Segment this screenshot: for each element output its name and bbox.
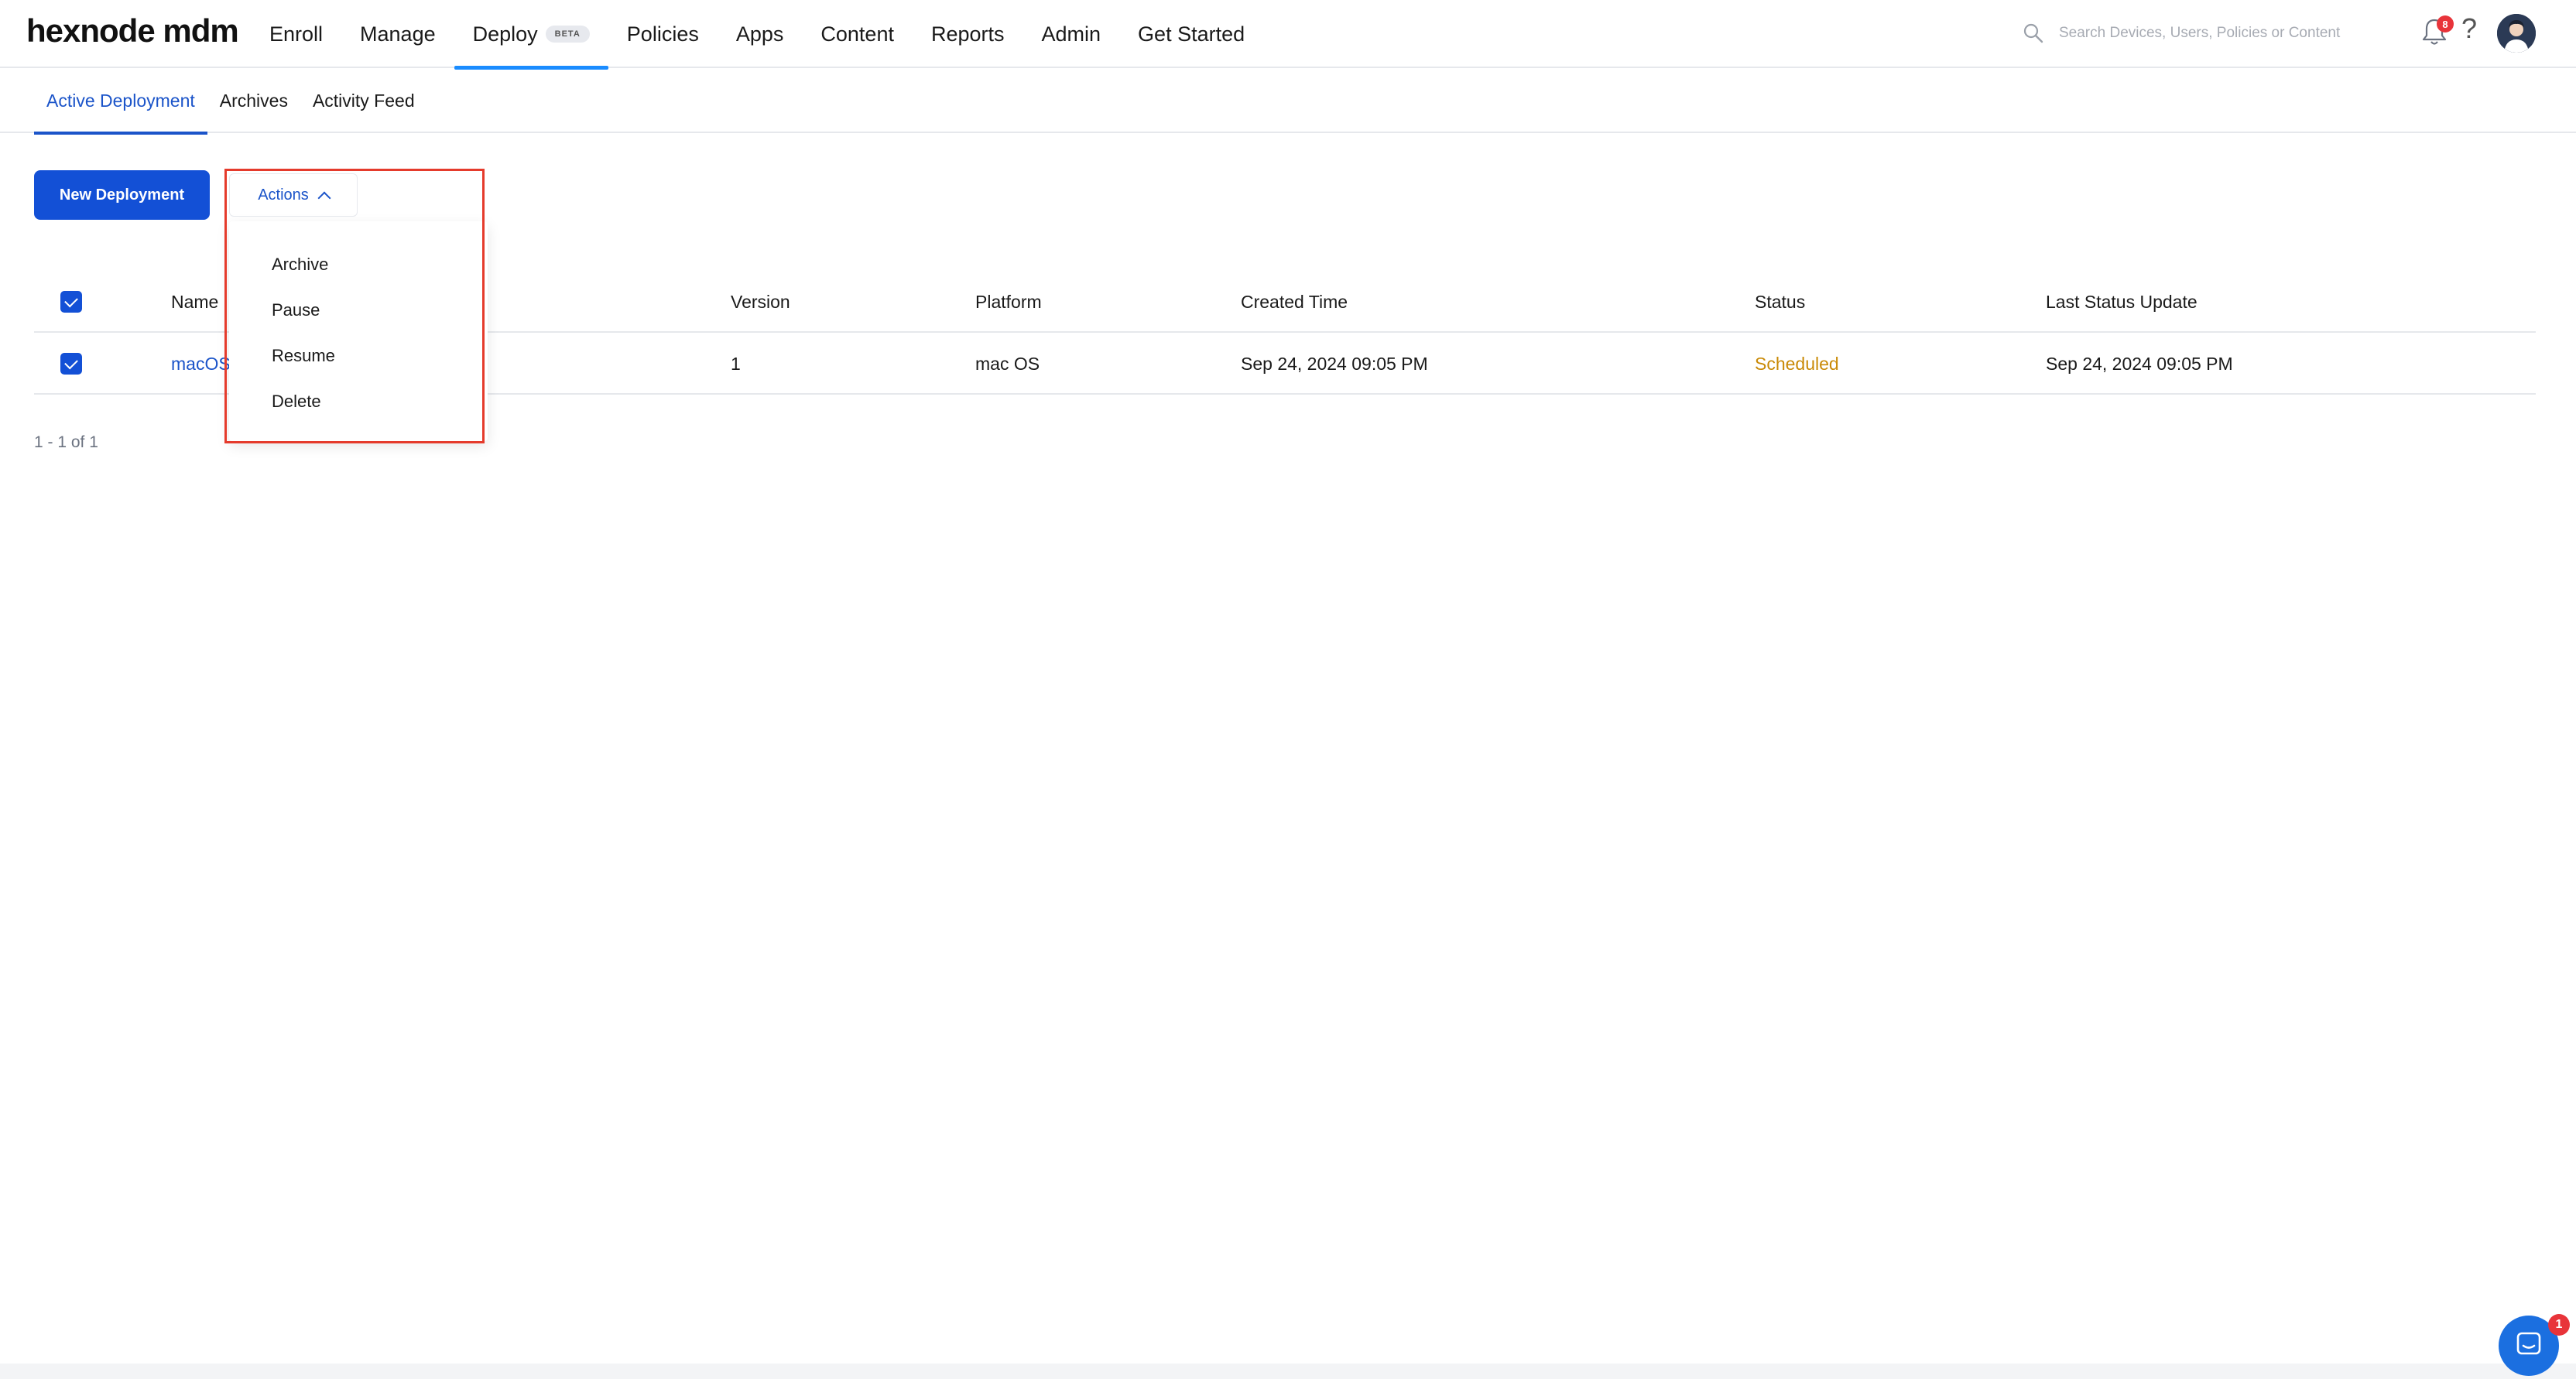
deployment-last-status-update: Sep 24, 2024 09:05 PM [2046,353,2233,374]
tab-activity-feed[interactable]: Activity Feed [300,68,427,133]
deployment-created-time: Sep 24, 2024 09:05 PM [1241,353,1428,374]
nav-item-content[interactable]: Content [802,0,913,68]
column-header-created-time[interactable]: Created Time [1241,271,1348,333]
nav-item-admin[interactable]: Admin [1023,0,1120,68]
notification-count-badge: 8 [2437,15,2454,33]
tab-active-deployment[interactable]: Active Deployment [34,68,207,135]
global-search [2022,17,2362,50]
nav-item-label: Reports [930,22,1005,46]
help-icon[interactable]: ? [2461,12,2477,45]
menu-item-pause[interactable]: Pause [229,287,488,333]
actions-label: Actions [258,186,309,204]
sub-tabs: Active Deployment Archives Activity Feed [0,68,2576,135]
notifications-button[interactable]: 8 [2421,15,2454,50]
deployment-name-link[interactable]: macOS [171,333,231,395]
tab-archives[interactable]: Archives [207,68,300,133]
menu-item-archive[interactable]: Archive [229,241,488,287]
search-input[interactable] [2059,25,2353,42]
actions-dropdown-button[interactable]: Actions [229,173,358,217]
chat-unread-badge: 1 [2548,1314,2570,1336]
search-icon [2022,22,2045,45]
pagination-summary: 1 - 1 of 1 [34,433,98,451]
nav-item-manage[interactable]: Manage [341,0,454,68]
nav-item-label: Enroll [269,22,324,46]
nav-item-reports[interactable]: Reports [913,0,1023,68]
main-nav: Enroll Manage Deploy BETA Policies Apps … [251,0,1263,70]
nav-item-deploy[interactable]: Deploy BETA [454,0,608,70]
column-header-status[interactable]: Status [1755,271,1805,333]
select-all-checkbox[interactable] [60,291,82,313]
bell-icon [2421,19,2448,50]
nav-item-apps[interactable]: Apps [718,0,803,68]
nav-item-enroll[interactable]: Enroll [251,0,341,68]
status-badge: Scheduled [1755,353,1839,374]
column-header-platform[interactable]: Platform [975,271,1042,333]
nav-item-label: Deploy [472,22,538,46]
chevron-up-icon [317,191,331,205]
nav-item-get-started[interactable]: Get Started [1119,0,1263,68]
nav-item-label: Apps [735,22,784,46]
deployment-platform: mac OS [975,353,1040,374]
column-header-version[interactable]: Version [731,271,790,333]
column-header-last-status-update[interactable]: Last Status Update [2046,271,2197,333]
chat-icon [2513,1329,2544,1364]
top-navigation-bar: hexnode mdm Enroll Manage Deploy BETA Po… [0,0,2576,70]
avatar[interactable] [2497,14,2536,53]
nav-item-label: Admin [1041,22,1101,46]
nav-item-label: Manage [360,22,436,46]
menu-item-delete[interactable]: Delete [229,378,488,424]
footer-strip [0,1364,2576,1379]
row-checkbox[interactable] [60,353,82,375]
nav-item-label: Content [820,22,894,46]
column-header-name[interactable]: Name [171,271,218,333]
nav-item-label: Get Started [1138,22,1245,46]
actions-menu: Archive Pause Resume Delete [229,221,488,441]
beta-badge: BETA [545,26,590,43]
nav-item-policies[interactable]: Policies [608,0,718,68]
new-deployment-button[interactable]: New Deployment [34,170,210,220]
deployment-version: 1 [731,353,741,374]
menu-item-resume[interactable]: Resume [229,333,488,378]
nav-item-label: Policies [626,22,699,46]
hexnode-logo[interactable]: hexnode mdm [26,12,239,50]
